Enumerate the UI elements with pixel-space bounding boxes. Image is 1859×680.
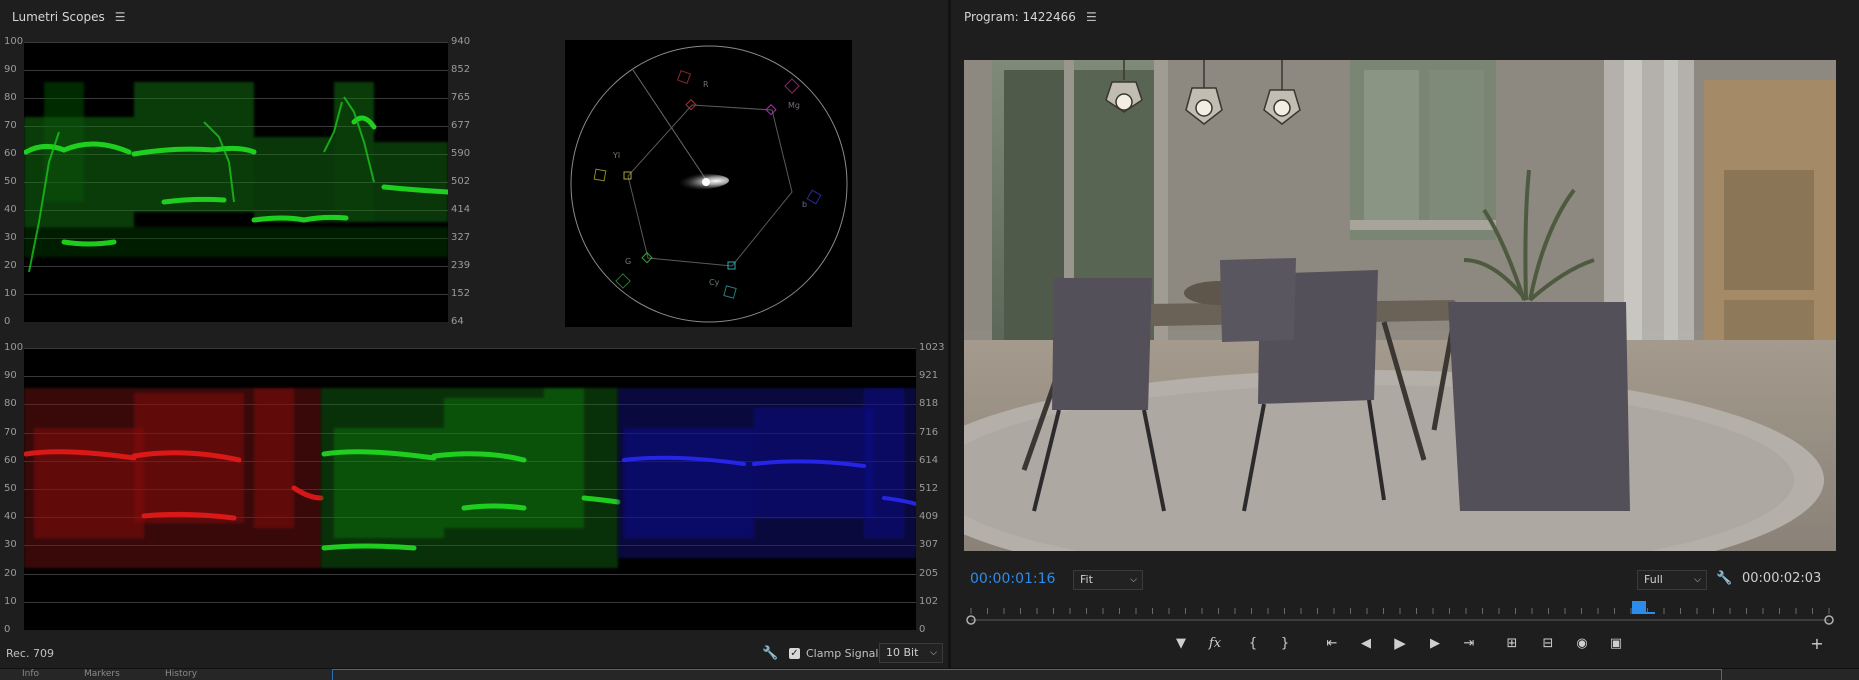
wrench-icon[interactable]: 🔧 [1716,571,1732,586]
hamburger-menu-icon[interactable]: ☰ [1086,10,1097,24]
scale-tick-label: 60 [4,454,17,466]
scale-tick-label: 30 [4,539,17,551]
program-panel-title[interactable]: Program: 1422466 [964,10,1076,24]
scale-tick-label: 70 [4,120,17,131]
playback-resolution-dropdown[interactable]: Full ⌵ [1637,570,1707,590]
color-space-label[interactable]: Rec. 709 [6,647,54,660]
bit-depth-value: 10 Bit [886,646,919,659]
vectorscope-label-r: R [703,80,709,89]
playhead[interactable] [1632,601,1646,613]
scale-tick-label: 307 [919,539,939,551]
go-to-out-icon[interactable]: ⇥ [1458,632,1480,654]
scale-tick-label: 590 [451,148,471,159]
time-ruler[interactable] [965,600,1835,628]
lift-icon[interactable]: ⊞ [1501,632,1523,654]
scale-tick-label: 921 [919,370,939,382]
scale-tick-label: 100 [4,342,24,353]
scale-tick-label: 940 [451,36,471,47]
scopes-panel-header: Lumetri Scopes ☰ [0,0,948,33]
program-panel-header: Program: 1422466 ☰ [951,0,1859,33]
tab-markers[interactable]: Markers [84,669,120,680]
chevron-down-icon: ⌵ [1694,575,1701,585]
scopes-footer: Rec. 709 🔧 ✓ Clamp Signal 10 Bit ⌵ [0,640,948,666]
scale-tick-label: 64 [451,316,464,327]
scale-tick-label: 205 [919,567,939,579]
step-forward-icon[interactable]: ▶ [1424,632,1446,654]
scale-tick-label: 90 [4,64,17,75]
scale-tick-label: 60 [4,148,17,159]
scale-tick-label: 0 [4,624,11,635]
scale-tick-label: 30 [4,232,17,243]
scale-tick-label: 50 [4,483,17,494]
chevron-down-icon: ⌵ [930,648,937,658]
scale-tick-label: 80 [4,398,17,410]
scale-tick-label: 502 [451,176,471,187]
mark-in-icon[interactable]: { [1242,632,1264,654]
fx-icon[interactable]: fx [1204,632,1226,654]
vectorscope-label-g: G [625,257,631,266]
hamburger-menu-icon[interactable]: ☰ [115,10,126,24]
scale-tick-label: 327 [451,232,471,243]
scale-tick-label: 512 [919,483,939,494]
scale-tick-label: 40 [4,204,17,215]
mark-out-icon[interactable]: } [1274,632,1296,654]
chevron-down-icon: ⌵ [1130,575,1137,585]
scale-tick-label: 765 [451,92,471,103]
timeline-panel-focus[interactable] [332,669,1722,680]
export-frame-camera-icon[interactable]: ◉ [1571,632,1593,654]
scale-tick-label: 80 [4,92,17,103]
wrench-icon[interactable]: 🔧 [762,646,778,661]
vectorscope: R Mg b Cy G Yl [565,40,852,327]
scale-tick-label: 716 [919,426,939,438]
scale-tick-label: 239 [451,260,471,271]
vectorscope-label-cy: Cy [709,278,720,287]
scale-tick-label: 409 [919,511,939,523]
scale-tick-label: 1023 [919,342,945,353]
bit-depth-dropdown[interactable]: 10 Bit ⌵ [879,643,943,663]
scale-tick-label: 90 [4,370,17,382]
scale-tick-label: 614 [919,454,939,466]
extract-icon[interactable]: ⊟ [1537,632,1559,654]
scale-tick-label: 20 [4,260,17,271]
lumetri-scopes-panel: Lumetri Scopes ☰ 100 90 80 70 60 50 40 30 20 10 0 … [0,0,948,668]
waveform-scope [24,42,448,322]
scale-tick-label: 10 [4,288,17,299]
clamp-signal-label: Clamp Signal [806,646,879,660]
scale-tick-label: 50 [4,176,17,187]
tab-info[interactable]: Info [22,669,39,680]
scale-tick-label: 0 [919,624,926,635]
scale-tick-label: 40 [4,511,17,523]
playback-resolution-value: Full [1644,573,1663,586]
vectorscope-label-yl: Yl [612,151,620,160]
zoom-level-value: Fit [1080,573,1093,586]
duration-timecode: 00:00:02:03 [1742,571,1822,586]
scale-tick-label: 70 [4,426,17,438]
scale-tick-label: 852 [451,64,471,75]
scale-tick-label: 0 [4,316,11,327]
add-marker-icon[interactable]: ▼ [1170,632,1192,654]
scale-tick-label: 677 [451,120,471,131]
scale-tick-label: 10 [4,595,17,607]
zoom-level-dropdown[interactable]: Fit ⌵ [1073,570,1143,590]
scale-tick-label: 152 [451,288,471,299]
go-to-in-icon[interactable]: ⇤ [1321,632,1343,654]
step-back-icon[interactable]: ◀ [1355,632,1377,654]
bottom-panel-strip: Info Markers History [0,668,1859,680]
rgb-parade-scope [24,348,916,630]
current-timecode[interactable]: 00:00:01:16 [970,571,1055,587]
program-video-frame[interactable] [964,60,1836,551]
clamp-signal-checkbox[interactable]: ✓ [789,647,800,659]
scale-tick-label: 100 [4,36,24,47]
tab-history[interactable]: History [165,669,197,680]
scale-tick-label: 102 [919,595,939,607]
play-icon[interactable]: ▶ [1389,632,1411,654]
button-editor-plus-icon[interactable]: + [1806,632,1828,654]
scale-tick-label: 818 [919,398,939,410]
comparison-view-icon[interactable]: ▣ [1605,632,1627,654]
vectorscope-label-b: b [802,200,807,209]
scopes-panel-title[interactable]: Lumetri Scopes [12,10,105,24]
vectorscope-label-mg: Mg [788,101,800,110]
scale-tick-label: 414 [451,204,471,215]
scale-tick-label: 20 [4,567,17,579]
